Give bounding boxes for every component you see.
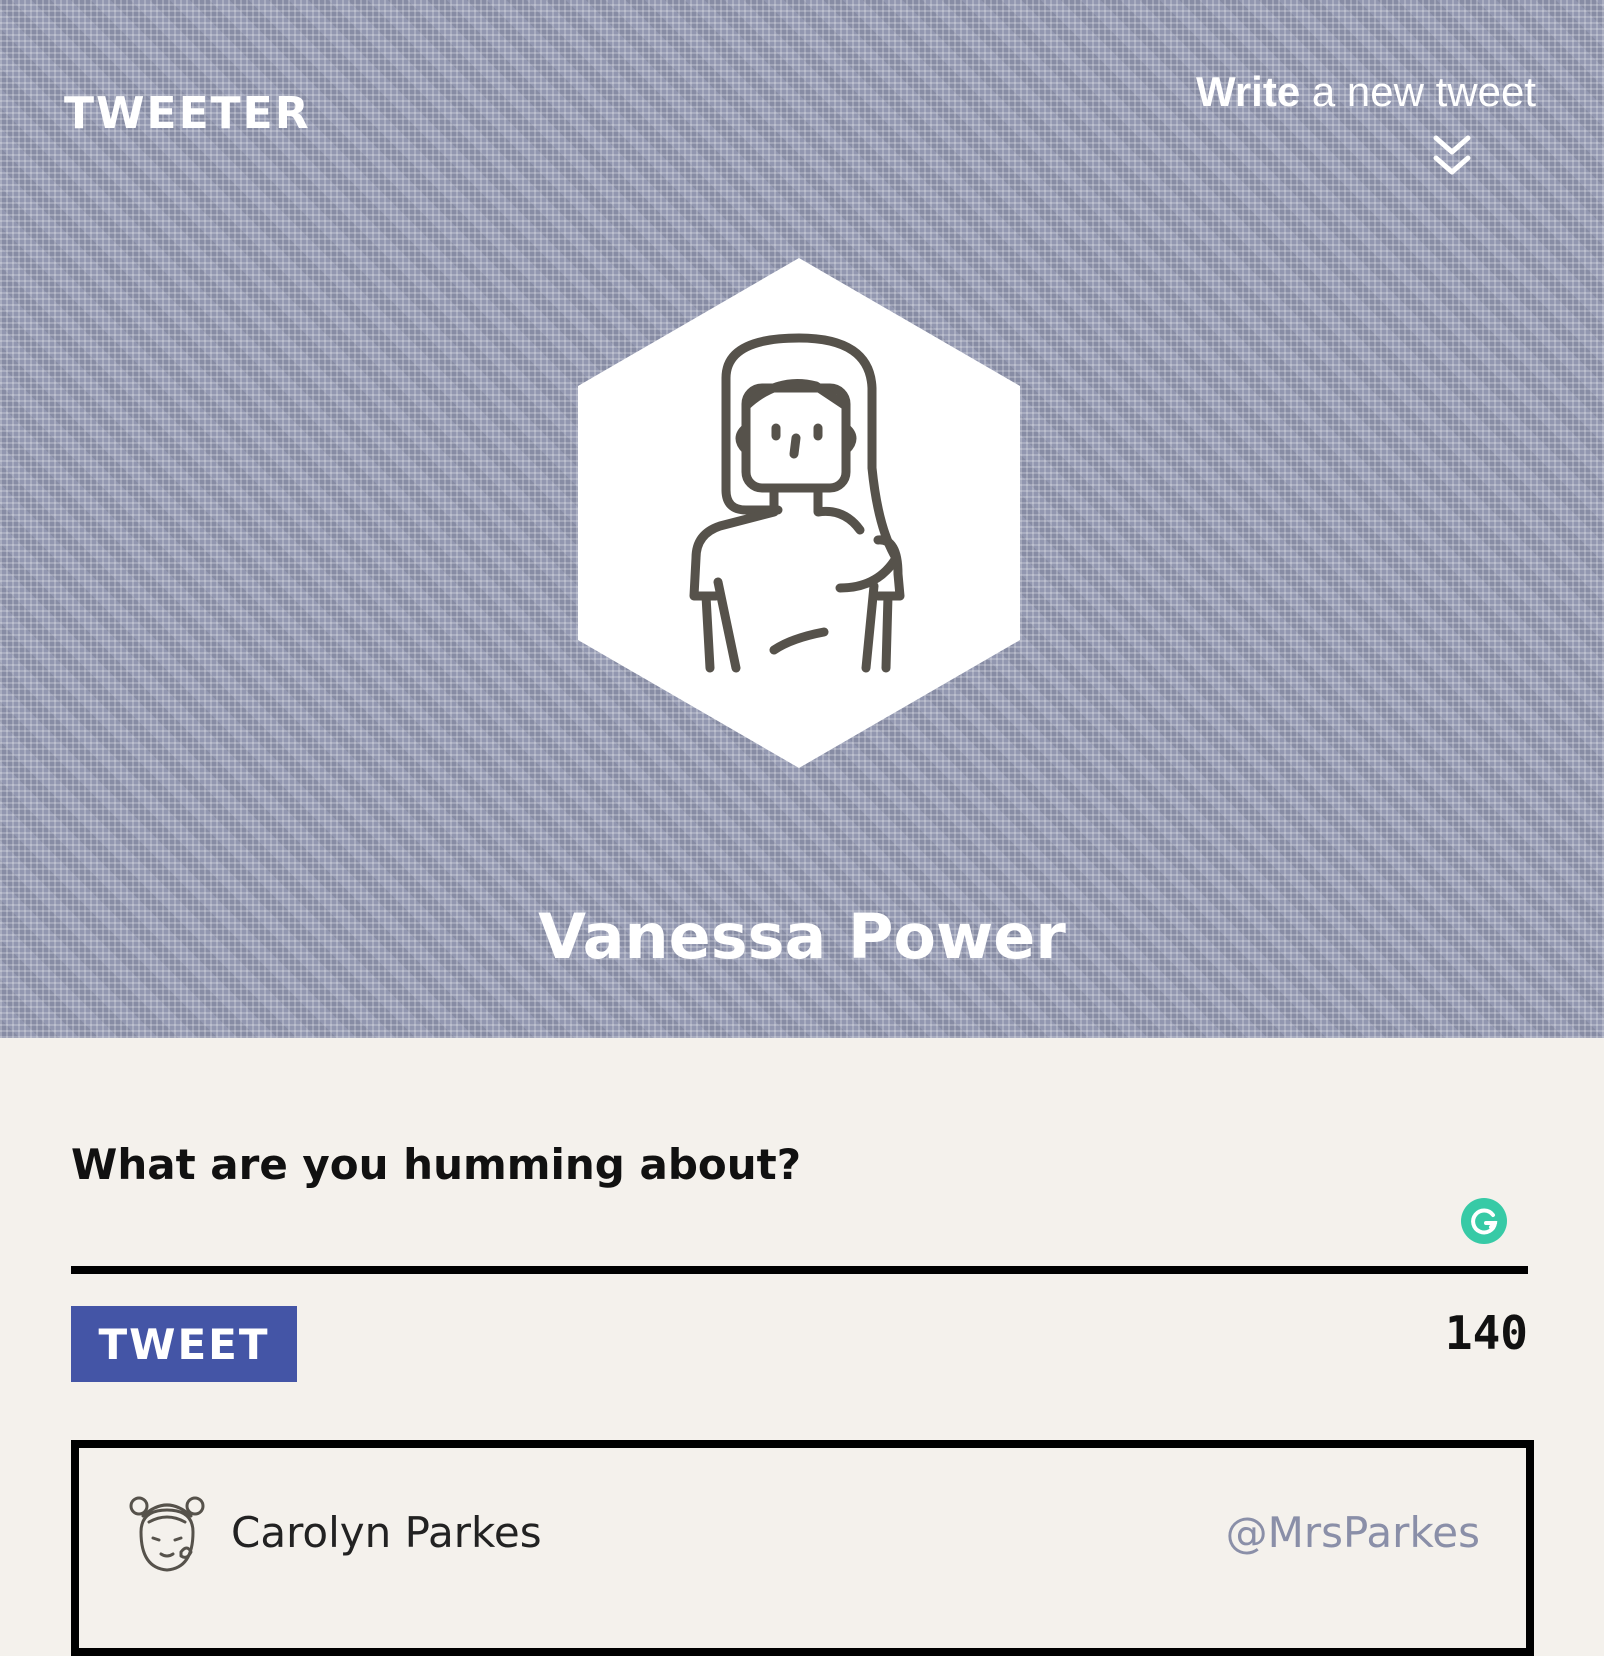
write-strong-text: Write <box>1195 68 1301 115</box>
input-underline <box>71 1266 1528 1274</box>
tweet-button[interactable]: TWEET <box>71 1306 297 1382</box>
character-counter: 140 <box>1444 1306 1528 1360</box>
profile-name: Vanessa Power <box>538 900 1066 973</box>
grammarly-icon[interactable] <box>1460 1197 1508 1245</box>
app-logo[interactable]: TWEETER <box>64 88 311 139</box>
write-light-text: a new tweet <box>1300 68 1536 115</box>
profile-avatar <box>578 258 1020 768</box>
write-new-tweet-toggle[interactable]: Write a new tweet <box>1176 68 1536 116</box>
woman-avatar-icon <box>129 1496 205 1572</box>
tweet-author-name[interactable]: Carolyn Parkes <box>231 1508 542 1557</box>
write-new-tweet-label: Write a new tweet <box>1176 68 1536 116</box>
compose-label: What are you humming about? <box>71 1140 802 1189</box>
tweet-textarea[interactable] <box>71 1190 1532 1242</box>
double-chevron-down-icon[interactable] <box>1432 134 1472 180</box>
profile-header: TWEETER Write a new tweet Vanessa Power <box>0 0 1604 1038</box>
tweet-card: Carolyn Parkes @MrsParkes <box>71 1440 1534 1656</box>
tweet-author-handle[interactable]: @MrsParkes <box>1226 1508 1480 1557</box>
